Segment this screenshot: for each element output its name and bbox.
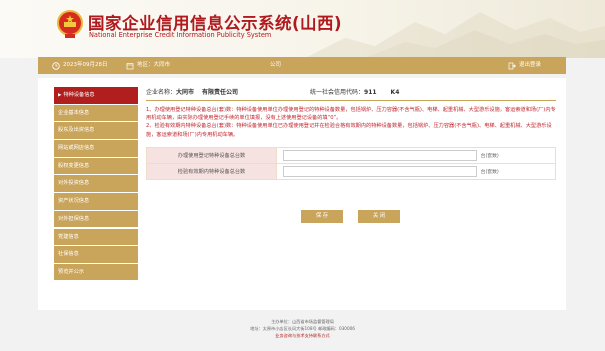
region-text: 地区：大同市 bbox=[137, 62, 171, 68]
info-bar: 2023年09月28日 地区：大同市 公司 退出登录 bbox=[38, 57, 566, 74]
sidebar-item-label: 社保信息 bbox=[58, 251, 79, 258]
date-text: 2023年09月28日 bbox=[63, 62, 108, 68]
user-display: 公司 bbox=[270, 57, 281, 74]
unit-label: 台(套数) bbox=[480, 169, 499, 175]
user-text: 公司 bbox=[270, 62, 282, 68]
inspected-count-label: 检验有效期内特种设备总台数 bbox=[146, 162, 277, 180]
sidebar-item-label: 股东及出资信息 bbox=[58, 127, 95, 134]
sidebar-item[interactable]: 社保信息 bbox=[54, 246, 138, 263]
sidebar-item[interactable]: 股东及出资信息 bbox=[54, 122, 138, 139]
sidebar-item[interactable]: 网站或网店信息 bbox=[54, 140, 138, 157]
save-button[interactable]: 保 存 bbox=[301, 210, 343, 223]
credit-code-label: 统一社会信用代码： bbox=[310, 89, 365, 96]
notice-line-1: 1、办理使用登记特种设备总台(套)数：特种设备使用单位办理使用登记的特种设备数量… bbox=[146, 107, 556, 122]
sidebar-item[interactable]: 资产状况信息 bbox=[54, 193, 138, 210]
footer-support-link[interactable]: 业务咨询与技术支持联系方式 bbox=[0, 332, 605, 339]
content-area: 企业名称：大同市 有限责任公司 统一社会信用代码：911 K4 1、办理使用登记特种… bbox=[146, 84, 556, 223]
sidebar-item[interactable]: ▶ 特种设备信息 bbox=[54, 87, 138, 104]
system-subtitle: National Enterprise Credit Information P… bbox=[89, 31, 272, 39]
sidebar-item[interactable]: 党建信息 bbox=[54, 228, 138, 245]
logout-icon bbox=[508, 62, 516, 69]
credit-code-value: 911 bbox=[364, 89, 377, 96]
sidebar-item-label: 预览并公示 bbox=[58, 268, 84, 275]
sidebar-item-label: 资产状况信息 bbox=[58, 198, 90, 205]
date-display: 2023年09月28日 bbox=[52, 57, 108, 74]
main-panel: ▶ 特种设备信息企业基本信息 股东及出资信息 网站或网店信息 股权变更信息 对外投资信息资… bbox=[38, 78, 566, 310]
company-info: 企业名称：大同市 有限责任公司 统一社会信用代码：911 K4 bbox=[146, 84, 556, 101]
form-row: 办理使用登记特种设备总台数 台(套数) bbox=[146, 146, 556, 164]
site-footer: 主办单位：山西省市场监督管理局 地址：太原市小店区长风大街108号 邮政编码：0… bbox=[0, 318, 605, 339]
logout-button[interactable]: 退出登录 bbox=[508, 57, 541, 74]
registered-count-cell: 台(套数) bbox=[276, 146, 556, 164]
footer-sponsor: 主办单位：山西省市场监督管理局 bbox=[271, 319, 334, 324]
sidebar-item[interactable]: 对外担保信息 bbox=[54, 210, 138, 228]
sidebar-nav: ▶ 特种设备信息企业基本信息 股东及出资信息 网站或网店信息 股权变更信息 对外投资信息资… bbox=[54, 87, 138, 282]
sidebar-item-label: 特种设备信息 bbox=[63, 92, 95, 98]
registered-count-input[interactable] bbox=[283, 149, 477, 161]
sidebar-item[interactable]: 预览并公示 bbox=[54, 263, 138, 281]
company-name-value: 大同市 bbox=[176, 89, 195, 96]
logout-label: 退出登录 bbox=[519, 62, 542, 68]
sidebar-item-label: 网站或网店信息 bbox=[58, 145, 95, 152]
calendar-icon bbox=[126, 62, 134, 69]
sidebar-item-label: 股权变更信息 bbox=[58, 162, 90, 169]
unit-label: 台(套数) bbox=[480, 153, 499, 159]
national-emblem-icon bbox=[57, 10, 83, 38]
footer-address: 地址：太原市小店区长风大街108号 邮政编码：030006 bbox=[250, 326, 355, 331]
sidebar-item-label: 对外担保信息 bbox=[58, 215, 90, 222]
credit-code-suffix: K4 bbox=[390, 89, 400, 96]
inspected-count-cell: 台(套数) bbox=[276, 162, 556, 180]
company-name-label: 企业名称： bbox=[146, 89, 177, 96]
form-row: 检验有效期内特种设备总台数 台(套数) bbox=[146, 162, 556, 180]
sidebar-item[interactable]: 对外投资信息 bbox=[54, 175, 138, 192]
sidebar-item[interactable]: 股权变更信息 bbox=[54, 157, 138, 175]
active-arrow-icon: ▶ bbox=[58, 93, 62, 98]
credit-code: 统一社会信用代码：911 K4 bbox=[310, 84, 399, 101]
sidebar-item-label: 企业基本信息 bbox=[58, 109, 90, 116]
sidebar-item[interactable]: 企业基本信息 bbox=[54, 104, 138, 122]
close-button[interactable]: 关 闭 bbox=[358, 210, 400, 223]
sidebar-item-label: 对外投资信息 bbox=[58, 180, 90, 187]
clock-icon bbox=[52, 61, 60, 70]
equipment-form: 办理使用登记特种设备总台数 台(套数) 检验有效期内特种设备总台数 台(套数) bbox=[146, 146, 556, 180]
site-header: 国家企业信用信息公示系统(山西) National Enterprise Cre… bbox=[0, 0, 605, 58]
registered-count-label: 办理使用登记特种设备总台数 bbox=[146, 146, 277, 164]
notice-line-2: 2、检验有效期内特种设备总台(套)数：特种设备使用单位已办理使用登记并在检验合格… bbox=[146, 123, 552, 138]
mountain-decoration bbox=[305, 12, 605, 58]
region-display: 地区：大同市 bbox=[126, 57, 170, 74]
sidebar-item-label: 党建信息 bbox=[58, 233, 79, 240]
inspected-count-input[interactable] bbox=[283, 165, 477, 177]
instruction-notice: 1、办理使用登记特种设备总台(套)数：特种设备使用单位办理使用登记的特种设备数量… bbox=[146, 106, 556, 139]
company-name-suffix: 有限责任公司 bbox=[202, 89, 239, 96]
